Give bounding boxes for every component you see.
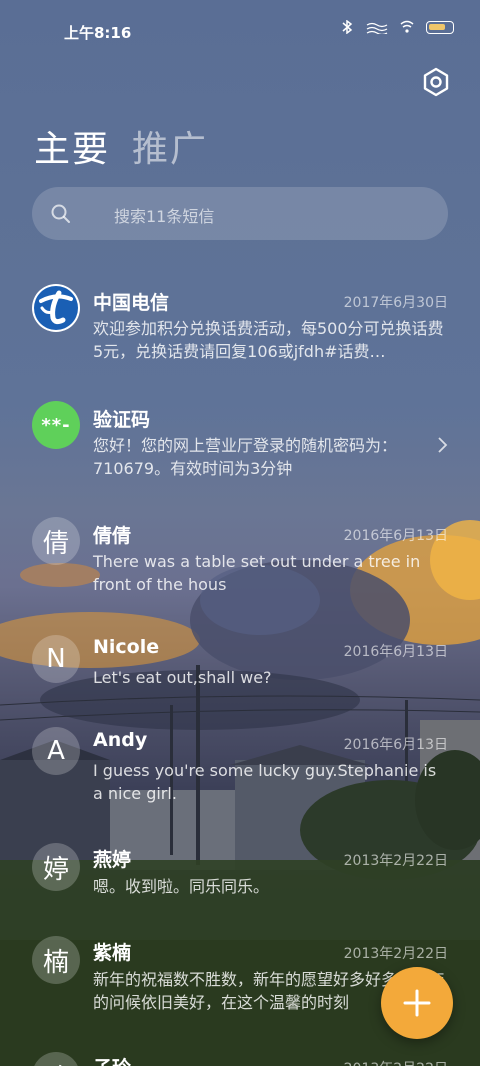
message-preview: Let's eat out,shall we? — [93, 668, 272, 687]
conversation-item[interactable]: N Nicole 2016年6月13日 Let's eat out,shall … — [0, 633, 480, 703]
message-preview: 您好！您的网上营业厅登录的随机密码为：710679。有效时间为3分钟 — [93, 436, 398, 478]
conversation-item[interactable]: 玲 子玲 2013年2月22日 — [0, 1050, 480, 1066]
category-tabs: 主要 推广 — [34, 120, 208, 172]
battery-icon — [426, 20, 454, 34]
contact-name: Nicole — [93, 636, 160, 658]
contact-avatar: 婷 — [32, 843, 80, 891]
message-date: 2013年2月22日 — [343, 946, 448, 962]
message-date: 2013年2月22日 — [344, 1058, 448, 1066]
contact-avatar: N — [32, 635, 80, 683]
signal-waves-icon — [366, 22, 388, 34]
contact-avatar: 倩 — [32, 517, 80, 565]
plus-icon — [403, 989, 431, 1017]
conversation-item[interactable]: **- 验证码 您好！您的网上营业厅登录的随机密码为：710679。有效时间为3… — [0, 399, 480, 489]
bluetooth-icon — [342, 20, 353, 34]
contact-name: 紫楠 — [93, 942, 132, 964]
chevron-right-icon — [438, 437, 448, 453]
message-preview: I guess you're some lucky guy.Stephanie … — [93, 761, 437, 803]
settings-button[interactable] — [420, 66, 452, 98]
verification-code-avatar: **- — [32, 401, 80, 449]
message-preview: 欢迎参加积分兑换话费活动，每500分可兑换话费5元，兑换话费请回复106或jfd… — [93, 319, 444, 361]
wifi-icon — [400, 20, 414, 33]
contact-name: 燕婷 — [93, 849, 132, 871]
contact-name: Andy — [93, 729, 148, 751]
conversation-item[interactable]: 中国电信 2017年6月30日 欢迎参加积分兑换话费活动，每500分可兑换话费5… — [0, 282, 480, 372]
message-preview: 嗯。收到啦。同乐同乐。 — [93, 877, 270, 896]
conversation-item[interactable]: 倩 倩倩 2016年6月13日 There was a table set ou… — [0, 515, 480, 605]
gear-icon — [423, 67, 449, 97]
search-placeholder: 搜索11条短信 — [114, 207, 215, 226]
contact-name: 验证码 — [93, 409, 151, 431]
conversation-item[interactable]: A Andy 2016年6月13日 I guess you're some lu… — [0, 727, 480, 817]
status-time: 上午8:16 — [64, 24, 132, 42]
contact-avatar: A — [32, 727, 80, 775]
tab-promotions[interactable]: 推广 — [132, 120, 208, 172]
contact-avatar: 玲 — [32, 1052, 80, 1066]
contact-name: 中国电信 — [93, 292, 170, 314]
new-message-button[interactable] — [381, 967, 453, 1039]
contact-avatar: 楠 — [32, 936, 80, 984]
status-bar: 上午8:16 — [0, 0, 480, 62]
tab-primary[interactable]: 主要 — [34, 120, 110, 172]
message-date: 2017年6月30日 — [343, 295, 448, 311]
message-date: 2016年6月13日 — [343, 528, 448, 544]
message-date: 2016年6月13日 — [343, 737, 448, 753]
message-date: 2016年6月13日 — [343, 644, 448, 660]
status-icons — [340, 20, 454, 34]
conversation-item[interactable]: 婷 燕婷 2013年2月22日 嗯。收到啦。同乐同乐。 — [0, 841, 480, 911]
message-preview: There was a table set out under a tree i… — [93, 552, 421, 594]
china-telecom-logo-icon — [32, 284, 80, 332]
contact-name: 倩倩 — [93, 525, 132, 547]
contact-name: 子玲 — [93, 1053, 131, 1066]
search-input[interactable]: 搜索11条短信 — [32, 187, 448, 240]
search-icon — [51, 204, 70, 223]
message-date: 2013年2月22日 — [343, 853, 448, 869]
